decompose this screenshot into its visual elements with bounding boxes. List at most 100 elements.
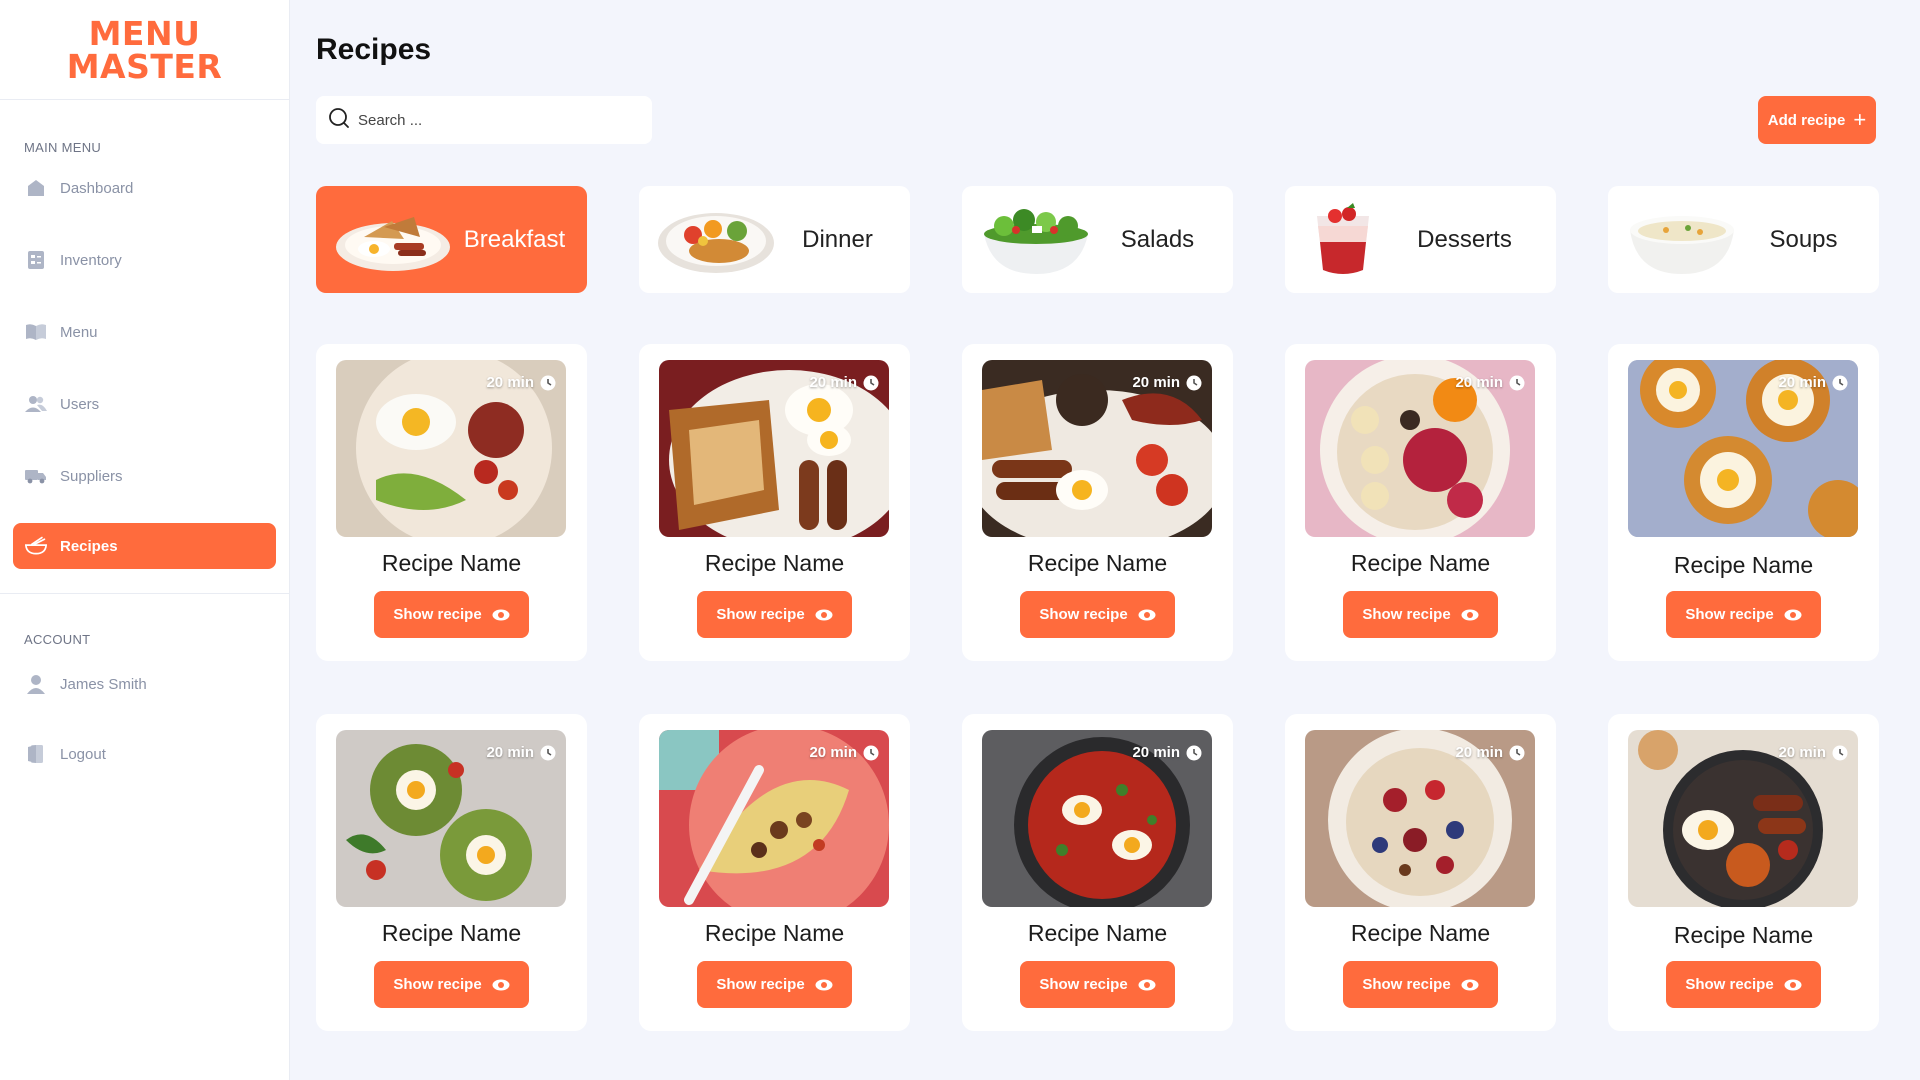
recipe-photo[interactable]: 20 min <box>659 730 889 907</box>
sidebar-item-label: Menu <box>60 323 98 341</box>
cook-time: 20 min <box>1455 744 1525 761</box>
home-icon <box>25 177 47 199</box>
clock-icon <box>1186 375 1202 390</box>
show-recipe-button[interactable]: Show recipe <box>1343 591 1498 638</box>
search-icon <box>328 107 350 134</box>
plus-icon: + <box>1853 107 1867 132</box>
recipe-name: Recipe Name <box>1350 920 1491 946</box>
show-recipe-button[interactable]: Show recipe <box>1343 961 1498 1008</box>
sidebar-item-logout[interactable]: Logout <box>13 731 276 777</box>
recipe-name: Recipe Name <box>1673 552 1814 578</box>
recipe-name: Recipe Name <box>1027 920 1168 946</box>
sidebar-item-label: Inventory <box>60 251 122 269</box>
eye-icon <box>1784 979 1802 990</box>
brand-line-2: MASTER <box>66 46 223 86</box>
recipe-card[interactable]: 20 min Recipe Name Show recipe <box>1285 714 1556 1031</box>
inventory-icon <box>25 249 47 271</box>
search-input[interactable] <box>358 111 638 129</box>
cook-time-label: 20 min <box>1132 744 1180 761</box>
cook-time-label: 20 min <box>486 744 534 761</box>
show-recipe-button[interactable]: Show recipe <box>697 961 852 1008</box>
sidebar-item-suppliers[interactable]: Suppliers <box>13 453 276 499</box>
sidebar-item-account[interactable]: James Smith <box>13 661 276 707</box>
recipe-name: Recipe Name <box>1673 922 1814 948</box>
recipe-photo[interactable]: 20 min <box>336 360 566 537</box>
recipe-card[interactable]: 20 min Recipe Name Show recipe <box>316 714 587 1031</box>
clock-icon <box>1832 375 1848 390</box>
sidebar-item-label: Recipes <box>60 537 118 555</box>
recipe-photo[interactable]: 20 min <box>1305 730 1535 907</box>
show-recipe-button[interactable]: Show recipe <box>374 591 529 638</box>
category-label: Breakfast <box>463 225 566 253</box>
sidebar: MENU MASTER MAIN MENU Dashboard Inventor… <box>0 0 290 1080</box>
show-recipe-button[interactable]: Show recipe <box>374 961 529 1008</box>
recipe-card[interactable]: 20 min Recipe Name Show recipe <box>1608 714 1879 1031</box>
recipe-card[interactable]: 20 min Recipe Name Show recipe <box>639 344 910 661</box>
cook-time: 20 min <box>486 744 556 761</box>
recipe-card[interactable]: 20 min Recipe Name Show recipe <box>639 714 910 1031</box>
show-recipe-button[interactable]: Show recipe <box>1020 961 1175 1008</box>
show-recipe-button[interactable]: Show recipe <box>1666 961 1821 1008</box>
category-desserts[interactable]: Desserts <box>1285 186 1556 293</box>
eye-icon <box>1784 609 1802 620</box>
cook-time: 20 min <box>1132 744 1202 761</box>
show-recipe-button[interactable]: Show recipe <box>697 591 852 638</box>
recipe-photo[interactable]: 20 min <box>659 360 889 537</box>
recipe-photo[interactable]: 20 min <box>982 730 1212 907</box>
add-recipe-button[interactable]: Add recipe + <box>1758 96 1876 144</box>
sidebar-item-menu[interactable]: Menu <box>13 309 276 355</box>
show-recipe-button[interactable]: Show recipe <box>1666 591 1821 638</box>
sidebar-item-dashboard[interactable]: Dashboard <box>13 165 276 211</box>
category-soups[interactable]: Soups <box>1608 186 1879 293</box>
book-icon <box>25 321 47 343</box>
category-breakfast[interactable]: Breakfast <box>316 186 587 293</box>
dinner-plate-icon <box>658 212 774 273</box>
sidebar-item-inventory[interactable]: Inventory <box>13 237 276 283</box>
recipe-card[interactable]: 20 min Recipe Name Show recipe <box>962 714 1233 1031</box>
cook-time: 20 min <box>809 374 879 391</box>
category-label: Soups <box>1769 225 1838 253</box>
cook-time-label: 20 min <box>1455 744 1503 761</box>
add-recipe-label: Add recipe <box>1767 111 1846 129</box>
eye-icon <box>815 609 833 620</box>
cook-time: 20 min <box>1778 744 1848 761</box>
show-recipe-label: Show recipe <box>716 606 805 623</box>
recipe-photo[interactable]: 20 min <box>1305 360 1535 537</box>
search-box[interactable] <box>316 96 652 144</box>
clock-icon <box>1509 375 1525 390</box>
recipe-photo[interactable]: 20 min <box>1628 360 1858 537</box>
recipe-name: Recipe Name <box>704 920 845 946</box>
sidebar-item-recipes[interactable]: Recipes <box>13 523 276 569</box>
recipe-name: Recipe Name <box>1027 550 1168 576</box>
users-icon <box>25 393 47 415</box>
eye-icon <box>815 979 833 990</box>
cook-time-label: 20 min <box>1778 744 1826 761</box>
recipe-photo[interactable]: 20 min <box>1628 730 1858 907</box>
category-salads[interactable]: Salads <box>962 186 1233 293</box>
show-recipe-label: Show recipe <box>1039 976 1128 993</box>
sidebar-item-label: Suppliers <box>60 467 123 485</box>
recipe-photo[interactable]: 20 min <box>336 730 566 907</box>
eye-icon <box>1138 609 1156 620</box>
show-recipe-label: Show recipe <box>1685 606 1774 623</box>
recipe-card[interactable]: 20 min Recipe Name Show recipe <box>316 344 587 661</box>
sidebar-item-label: Logout <box>60 745 106 763</box>
sidebar-divider <box>0 593 289 594</box>
recipe-card[interactable]: 20 min Recipe Name Show recipe <box>1608 344 1879 661</box>
category-dinner[interactable]: Dinner <box>639 186 910 293</box>
sidebar-item-label: Dashboard <box>60 179 134 197</box>
recipe-card[interactable]: 20 min Recipe Name Show recipe <box>1285 344 1556 661</box>
sidebar-item-users[interactable]: Users <box>13 381 276 427</box>
show-recipe-label: Show recipe <box>1039 606 1128 623</box>
clock-icon <box>1832 745 1848 760</box>
clock-icon <box>863 745 879 760</box>
show-recipe-label: Show recipe <box>393 976 482 993</box>
recipe-card[interactable]: 20 min Recipe Name Show recipe <box>962 344 1233 661</box>
recipe-name: Recipe Name <box>381 550 522 576</box>
recipe-photo[interactable]: 20 min <box>982 360 1212 537</box>
brand-logo[interactable]: MENU MASTER <box>0 0 289 100</box>
eye-icon <box>492 609 510 620</box>
show-recipe-button[interactable]: Show recipe <box>1020 591 1175 638</box>
cook-time: 20 min <box>1455 374 1525 391</box>
category-label: Desserts <box>1417 225 1512 253</box>
